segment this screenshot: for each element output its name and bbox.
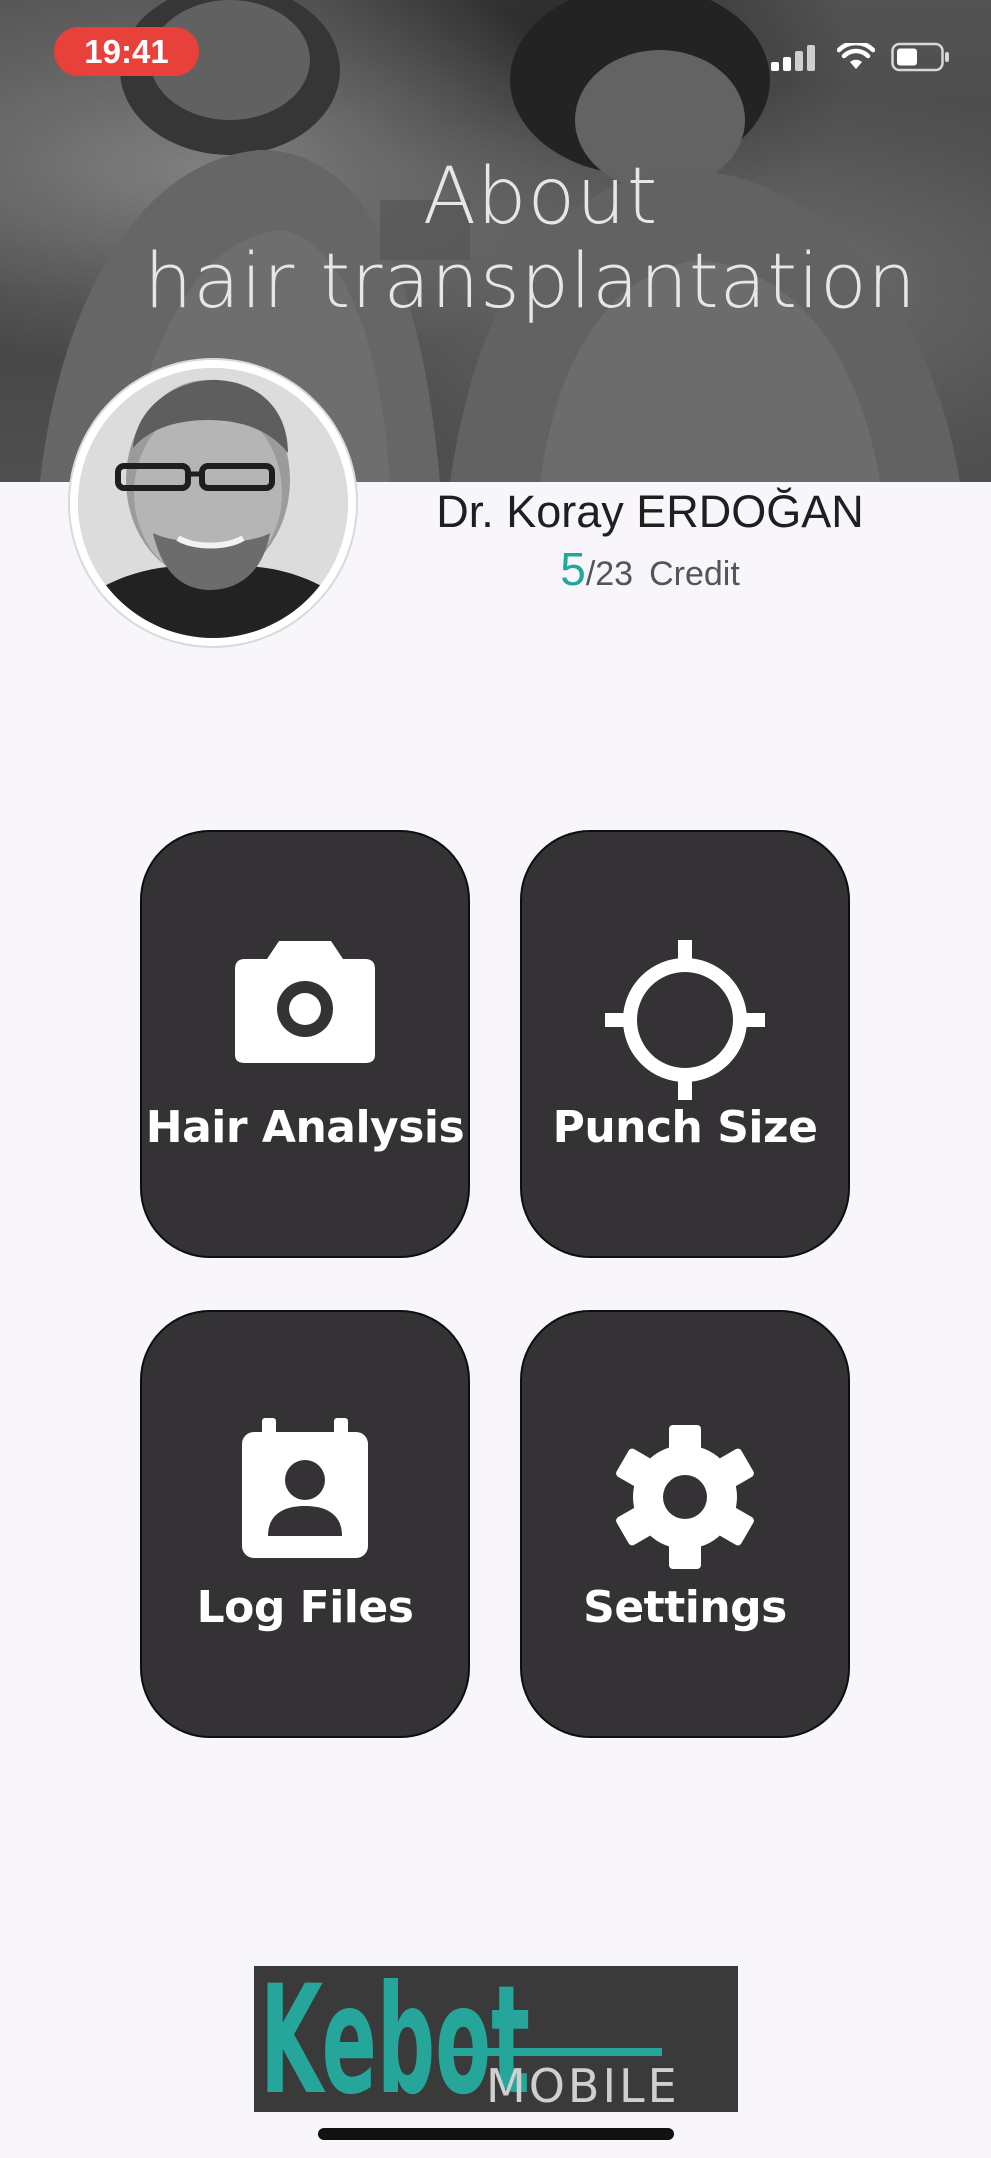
credits-label: Credit	[649, 555, 740, 593]
settings-button[interactable]: Settings	[520, 1310, 850, 1738]
credits-used: 5	[560, 543, 586, 595]
crosshair-icon	[605, 940, 765, 1100]
banner-title-line2: hair transplantation	[144, 236, 917, 325]
avatar-photo	[78, 368, 348, 638]
battery-icon	[891, 42, 949, 72]
credit-counter: 5/23 Credit	[380, 542, 920, 596]
home-indicator[interactable]	[318, 2128, 674, 2140]
status-icons	[771, 42, 951, 72]
hair-analysis-label: Hair Analysis	[145, 1102, 465, 1153]
camera-icon	[235, 941, 375, 1063]
cellular-signal-icon	[771, 45, 815, 71]
avatar[interactable]	[70, 360, 356, 646]
settings-label: Settings	[583, 1582, 787, 1633]
punch-size-button[interactable]: Punch Size	[520, 830, 850, 1258]
status-time: 19:41	[54, 27, 199, 76]
punch-size-label: Punch Size	[552, 1102, 818, 1153]
logo-brand-sub: MOBILE	[486, 2059, 680, 2112]
log-files-button[interactable]: Log Files	[140, 1310, 470, 1738]
credits-total: /23	[585, 555, 634, 593]
wifi-icon	[837, 43, 875, 69]
profile-name: Dr. Koray ERDOĞAN	[436, 486, 864, 537]
banner-title-line1: About	[422, 152, 659, 242]
kebot-mobile-logo: Kebot MOBILE	[254, 1966, 738, 2112]
hair-analysis-button[interactable]: Hair Analysis	[140, 830, 470, 1258]
contact-calendar-icon	[242, 1418, 368, 1558]
log-files-label: Log Files	[196, 1582, 414, 1633]
gear-icon	[616, 1425, 754, 1569]
